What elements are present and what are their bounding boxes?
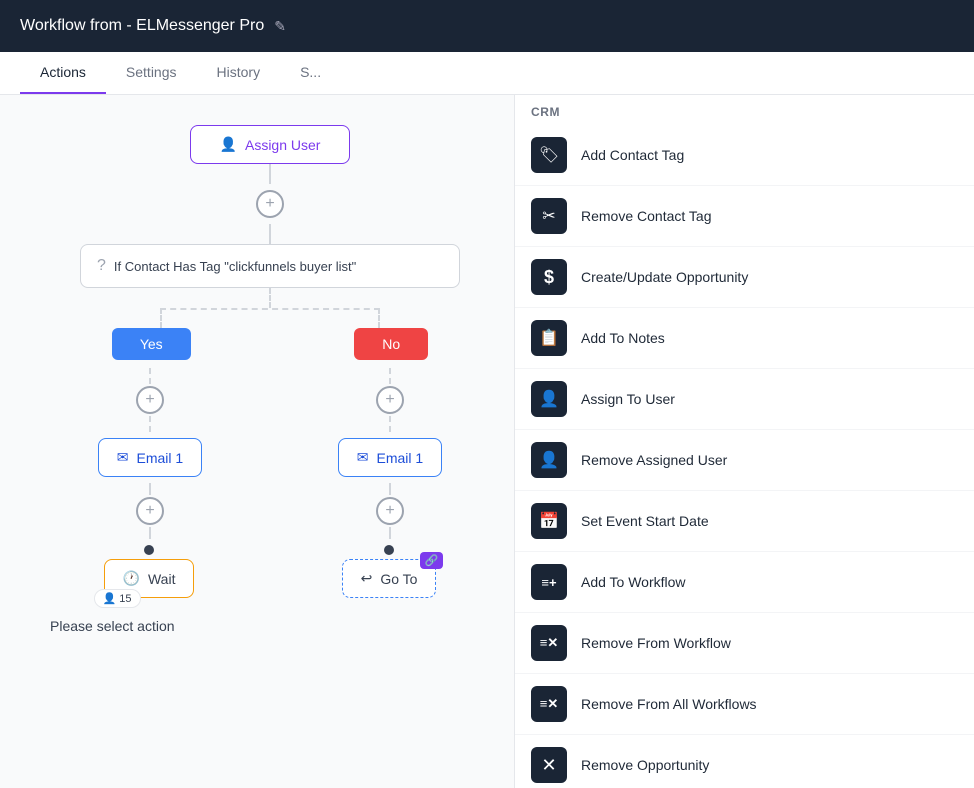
action-item-create-opportunity[interactable]: $ Create/Update Opportunity [515,247,974,308]
action-icon-assign-user: 👤 [531,381,567,417]
action-icon-set-event-date: 📅 [531,503,567,539]
email-node-yes[interactable]: ✉ Email 1 [98,438,202,477]
add-btn-yes-2[interactable]: + [136,497,164,525]
add-btn-no[interactable]: + [376,386,404,414]
edit-icon[interactable]: ✎ [274,18,286,35]
user-badge: 👤 15 [94,589,141,608]
user-count: 15 [119,593,131,605]
yes-button[interactable]: Yes [112,328,191,360]
action-label-remove-all-workflows: Remove From All Workflows [581,696,757,712]
goto-node-wrapper: ↩ Go To 🔗 [342,545,437,598]
no-button[interactable]: No [354,328,428,360]
main-content: 👤 Assign User + ? If Contact Has Tag "cl… [0,95,974,788]
below-email-connectors: + + [30,483,510,539]
condition-row: ? If Contact Has Tag "clickfunnels buyer… [20,244,514,288]
action-item-assign-user[interactable]: 👤 Assign To User [515,369,974,430]
tab-settings[interactable]: Settings [106,52,197,94]
action-label-add-contact-tag: Add Contact Tag [581,147,684,163]
action-icon-remove-all-workflows: ≡✕ [531,686,567,722]
action-label-add-notes: Add To Notes [581,330,665,346]
condition-text: If Contact Has Tag "clickfunnels buyer l… [114,259,356,274]
action-item-remove-contact-tag[interactable]: ✂ Remove Contact Tag [515,186,974,247]
connector-line-2 [269,224,271,244]
action-item-remove-from-workflow[interactable]: ≡✕ Remove From Workflow [515,613,974,674]
assign-user-icon: 👤 [220,136,237,153]
link-badge: 🔗 [420,552,444,569]
panel-section-label: CRM [515,95,974,125]
action-label-set-event-date: Set Event Start Date [581,513,709,529]
workflow-canvas: 👤 Assign User + ? If Contact Has Tag "cl… [0,95,514,788]
tab-history[interactable]: History [197,52,281,94]
action-label-create-opportunity: Create/Update Opportunity [581,269,748,285]
add-btn-no-2[interactable]: + [376,497,404,525]
action-label-remove-contact-tag: Remove Contact Tag [581,208,711,224]
action-item-add-notes[interactable]: 📋 Add To Notes [515,308,974,369]
assign-user-label: Assign User [245,137,320,153]
user-icon-small: 👤 [103,592,117,605]
goto-label: Go To [380,571,417,587]
workflow-area: 👤 Assign User + ? If Contact Has Tag "cl… [20,115,514,642]
action-item-add-workflow[interactable]: ≡+ Add To Workflow [515,552,974,613]
action-item-add-contact-tag[interactable]: 🏷 Add Contact Tag [515,125,974,186]
action-icon-add-contact-tag: 🏷 [531,137,567,173]
assign-user-node[interactable]: 👤 Assign User [190,125,350,164]
action-item-remove-opportunity[interactable]: ✕ Remove Opportunity [515,735,974,788]
branch-h-connector [30,288,510,328]
action-item-set-event-date[interactable]: 📅 Set Event Start Date [515,491,974,552]
tab-actions[interactable]: Actions [20,52,106,94]
tab-s[interactable]: S... [280,52,341,94]
action-item-remove-assigned-user[interactable]: 👤 Remove Assigned User [515,430,974,491]
add-step-btn-1[interactable]: + [256,190,284,218]
wait-label: Wait [148,571,175,587]
clock-icon: 🕐 [123,570,140,587]
action-icon-add-notes: 📋 [531,320,567,356]
wait-goto-row: 🕐 Wait 👤 15 ↩ Go To [30,545,510,598]
please-select-text: Please select action [50,610,175,642]
action-icon-add-workflow: ≡+ [531,564,567,600]
email-label-1: Email 1 [137,450,184,466]
email-node-no[interactable]: ✉ Email 1 [338,438,442,477]
action-label-remove-from-workflow: Remove From Workflow [581,635,731,651]
action-label-add-workflow: Add To Workflow [581,574,686,590]
please-select-section: Please select action [50,610,510,642]
add-btn-yes[interactable]: + [136,386,164,414]
branch-buttons-row: Yes No [30,328,510,360]
connector-line-1 [269,164,271,184]
page-title: Workflow from - ELMessenger Pro [20,17,264,35]
action-label-remove-opportunity: Remove Opportunity [581,757,709,773]
email-icon-2: ✉ [357,449,369,466]
action-icon-remove-contact-tag: ✂ [531,198,567,234]
goto-node[interactable]: ↩ Go To 🔗 [342,559,437,598]
email-icon-1: ✉ [117,449,129,466]
condition-node[interactable]: ? If Contact Has Tag "clickfunnels buyer… [80,244,460,288]
email-nodes-row: ✉ Email 1 ✉ Email 1 [30,438,510,477]
action-item-remove-all-workflows[interactable]: ≡✕ Remove From All Workflows [515,674,974,735]
action-icon-create-opportunity: $ [531,259,567,295]
action-icon-remove-from-workflow: ≡✕ [531,625,567,661]
goto-icon: ↩ [361,570,373,587]
email-label-2: Email 1 [377,450,424,466]
branch-section: Yes No + + [30,288,510,642]
wait-node-wrapper: 🕐 Wait 👤 15 [104,545,195,598]
right-panel: CRM 🏷 Add Contact Tag ✂ Remove Contact T… [514,95,974,788]
header: Workflow from - ELMessenger Pro ✎ [0,0,974,52]
tabs-bar: Actions Settings History S... [0,52,974,95]
action-icon-remove-assigned-user: 👤 [531,442,567,478]
action-icon-remove-opportunity: ✕ [531,747,567,783]
assign-user-row: 👤 Assign User [20,125,514,164]
action-label-remove-assigned-user: Remove Assigned User [581,452,727,468]
action-label-assign-user: Assign To User [581,391,675,407]
branch-v-connectors: + + [30,368,510,432]
help-icon: ? [97,257,106,275]
